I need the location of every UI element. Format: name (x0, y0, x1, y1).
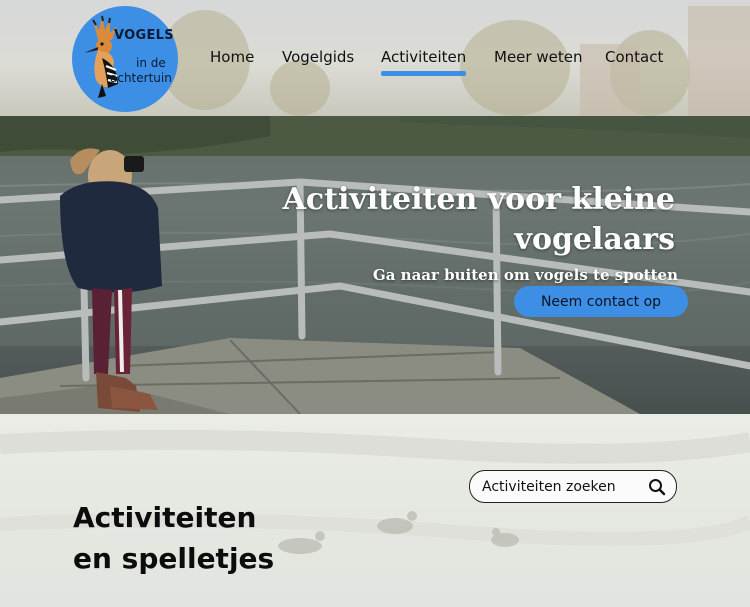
background-tree (460, 20, 570, 116)
nav-link-vogelgids[interactable]: Vogelgids (282, 48, 354, 66)
section-title: Activiteiten en spelletjes (73, 497, 373, 579)
section-title-line: Activiteiten (73, 501, 257, 535)
hero-title: Activiteiten voor kleine vogelaars (282, 182, 675, 258)
background-tree (270, 60, 330, 116)
logo-title: VOGELS (114, 28, 174, 43)
search-input[interactable] (482, 471, 642, 502)
nav-link-activiteiten[interactable]: Activiteiten (381, 48, 467, 76)
search-box (469, 470, 677, 503)
background-building (688, 6, 750, 116)
logo-subtitle: in de (136, 56, 166, 70)
hero-banner: Activiteiten voor kleine vogelaars Ga na… (0, 116, 750, 414)
section-title-line: en spelletjes (73, 542, 275, 576)
site-header: VOGELS in de achtertuin Home Vogelgids A… (0, 0, 750, 117)
activities-section: Activiteiten en spelletjes (0, 414, 750, 607)
logo-subtitle: achtertuin (110, 71, 172, 85)
nav-link-home[interactable]: Home (210, 48, 254, 66)
hero-photo (0, 116, 750, 414)
site-logo[interactable]: VOGELS in de achtertuin (72, 6, 178, 112)
search-icon[interactable] (648, 478, 666, 500)
nav-link-contact[interactable]: Contact (605, 48, 663, 66)
contact-button[interactable]: Neem contact op (514, 286, 688, 317)
hero-subtitle: Ga naar buiten om vogels te spotten (372, 266, 678, 284)
nav-link-meer-weten[interactable]: Meer weten (494, 48, 582, 66)
